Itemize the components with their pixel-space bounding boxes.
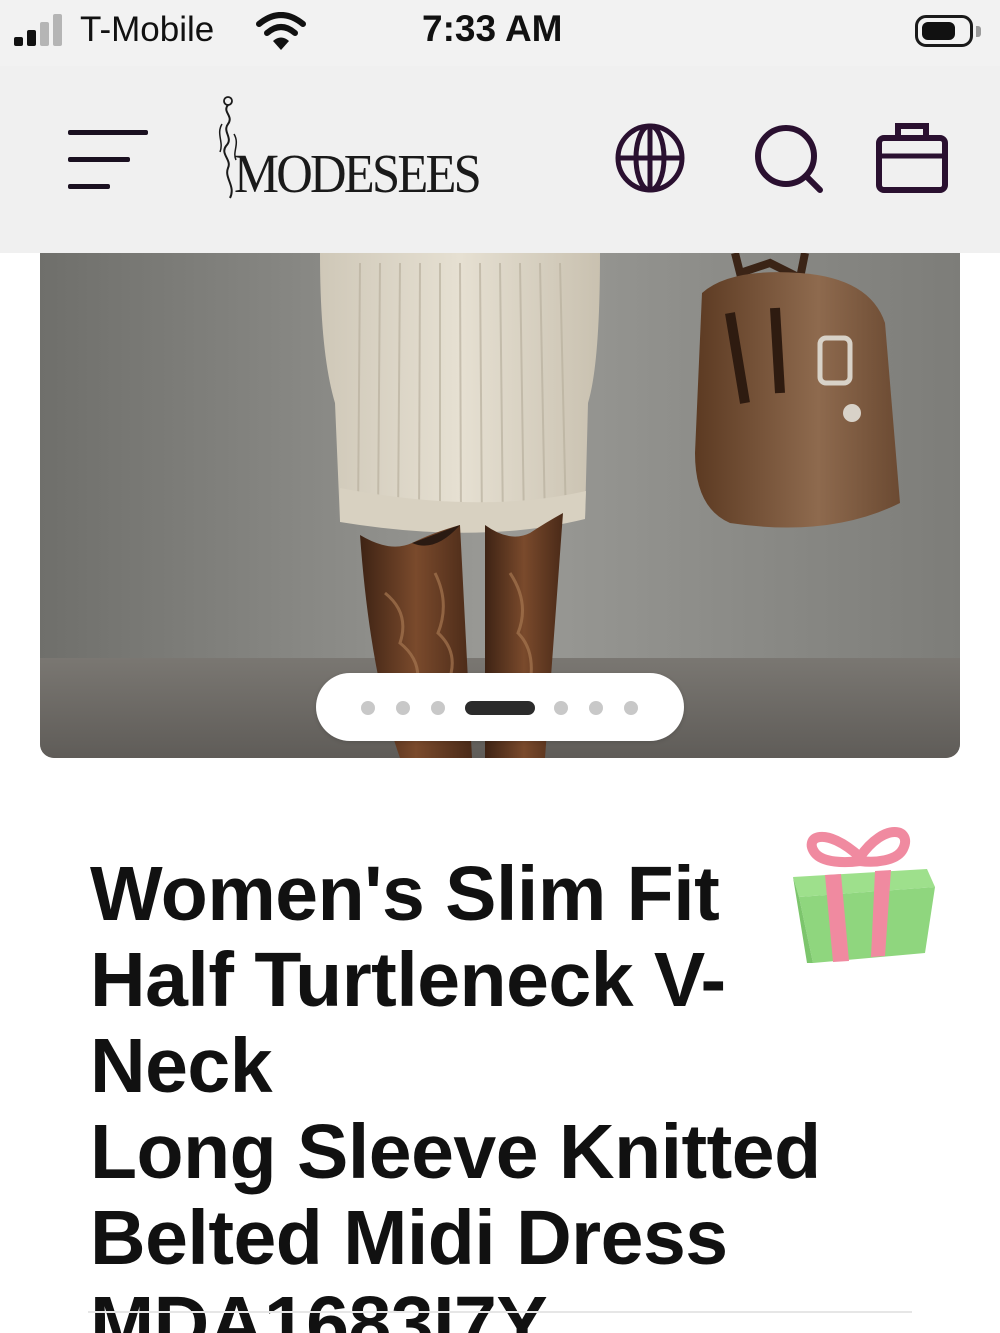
carousel-dot[interactable] — [431, 701, 445, 715]
carousel-pager — [316, 673, 684, 741]
product-title: Women's Slim Fit Half Turtleneck V-Neck … — [90, 851, 821, 1333]
shopping-bag-icon[interactable] — [874, 120, 950, 196]
site-header: MODESEES — [0, 66, 1000, 253]
status-time: 7:33 AM — [422, 8, 563, 49]
site-logo[interactable]: MODESEES — [212, 94, 542, 204]
carousel-dot[interactable] — [624, 701, 638, 715]
carousel-dot-active[interactable] — [465, 701, 535, 715]
logo-text: MODESEES — [234, 143, 482, 204]
wifi-icon — [256, 12, 306, 50]
carousel-dot[interactable] — [589, 701, 603, 715]
battery-icon — [915, 15, 981, 47]
carousel-dot[interactable] — [396, 701, 410, 715]
globe-icon[interactable] — [612, 120, 688, 196]
carrier-name: T-Mobile — [80, 10, 215, 49]
gift-icon[interactable] — [785, 815, 935, 970]
status-bar: T-Mobile 7:33 AM — [0, 0, 1000, 66]
carousel-dot[interactable] — [554, 701, 568, 715]
carousel-dot[interactable] — [361, 701, 375, 715]
search-icon[interactable] — [750, 120, 826, 196]
menu-icon[interactable] — [68, 124, 150, 196]
cellular-signal-icon — [14, 14, 66, 46]
section-divider — [88, 1311, 912, 1313]
